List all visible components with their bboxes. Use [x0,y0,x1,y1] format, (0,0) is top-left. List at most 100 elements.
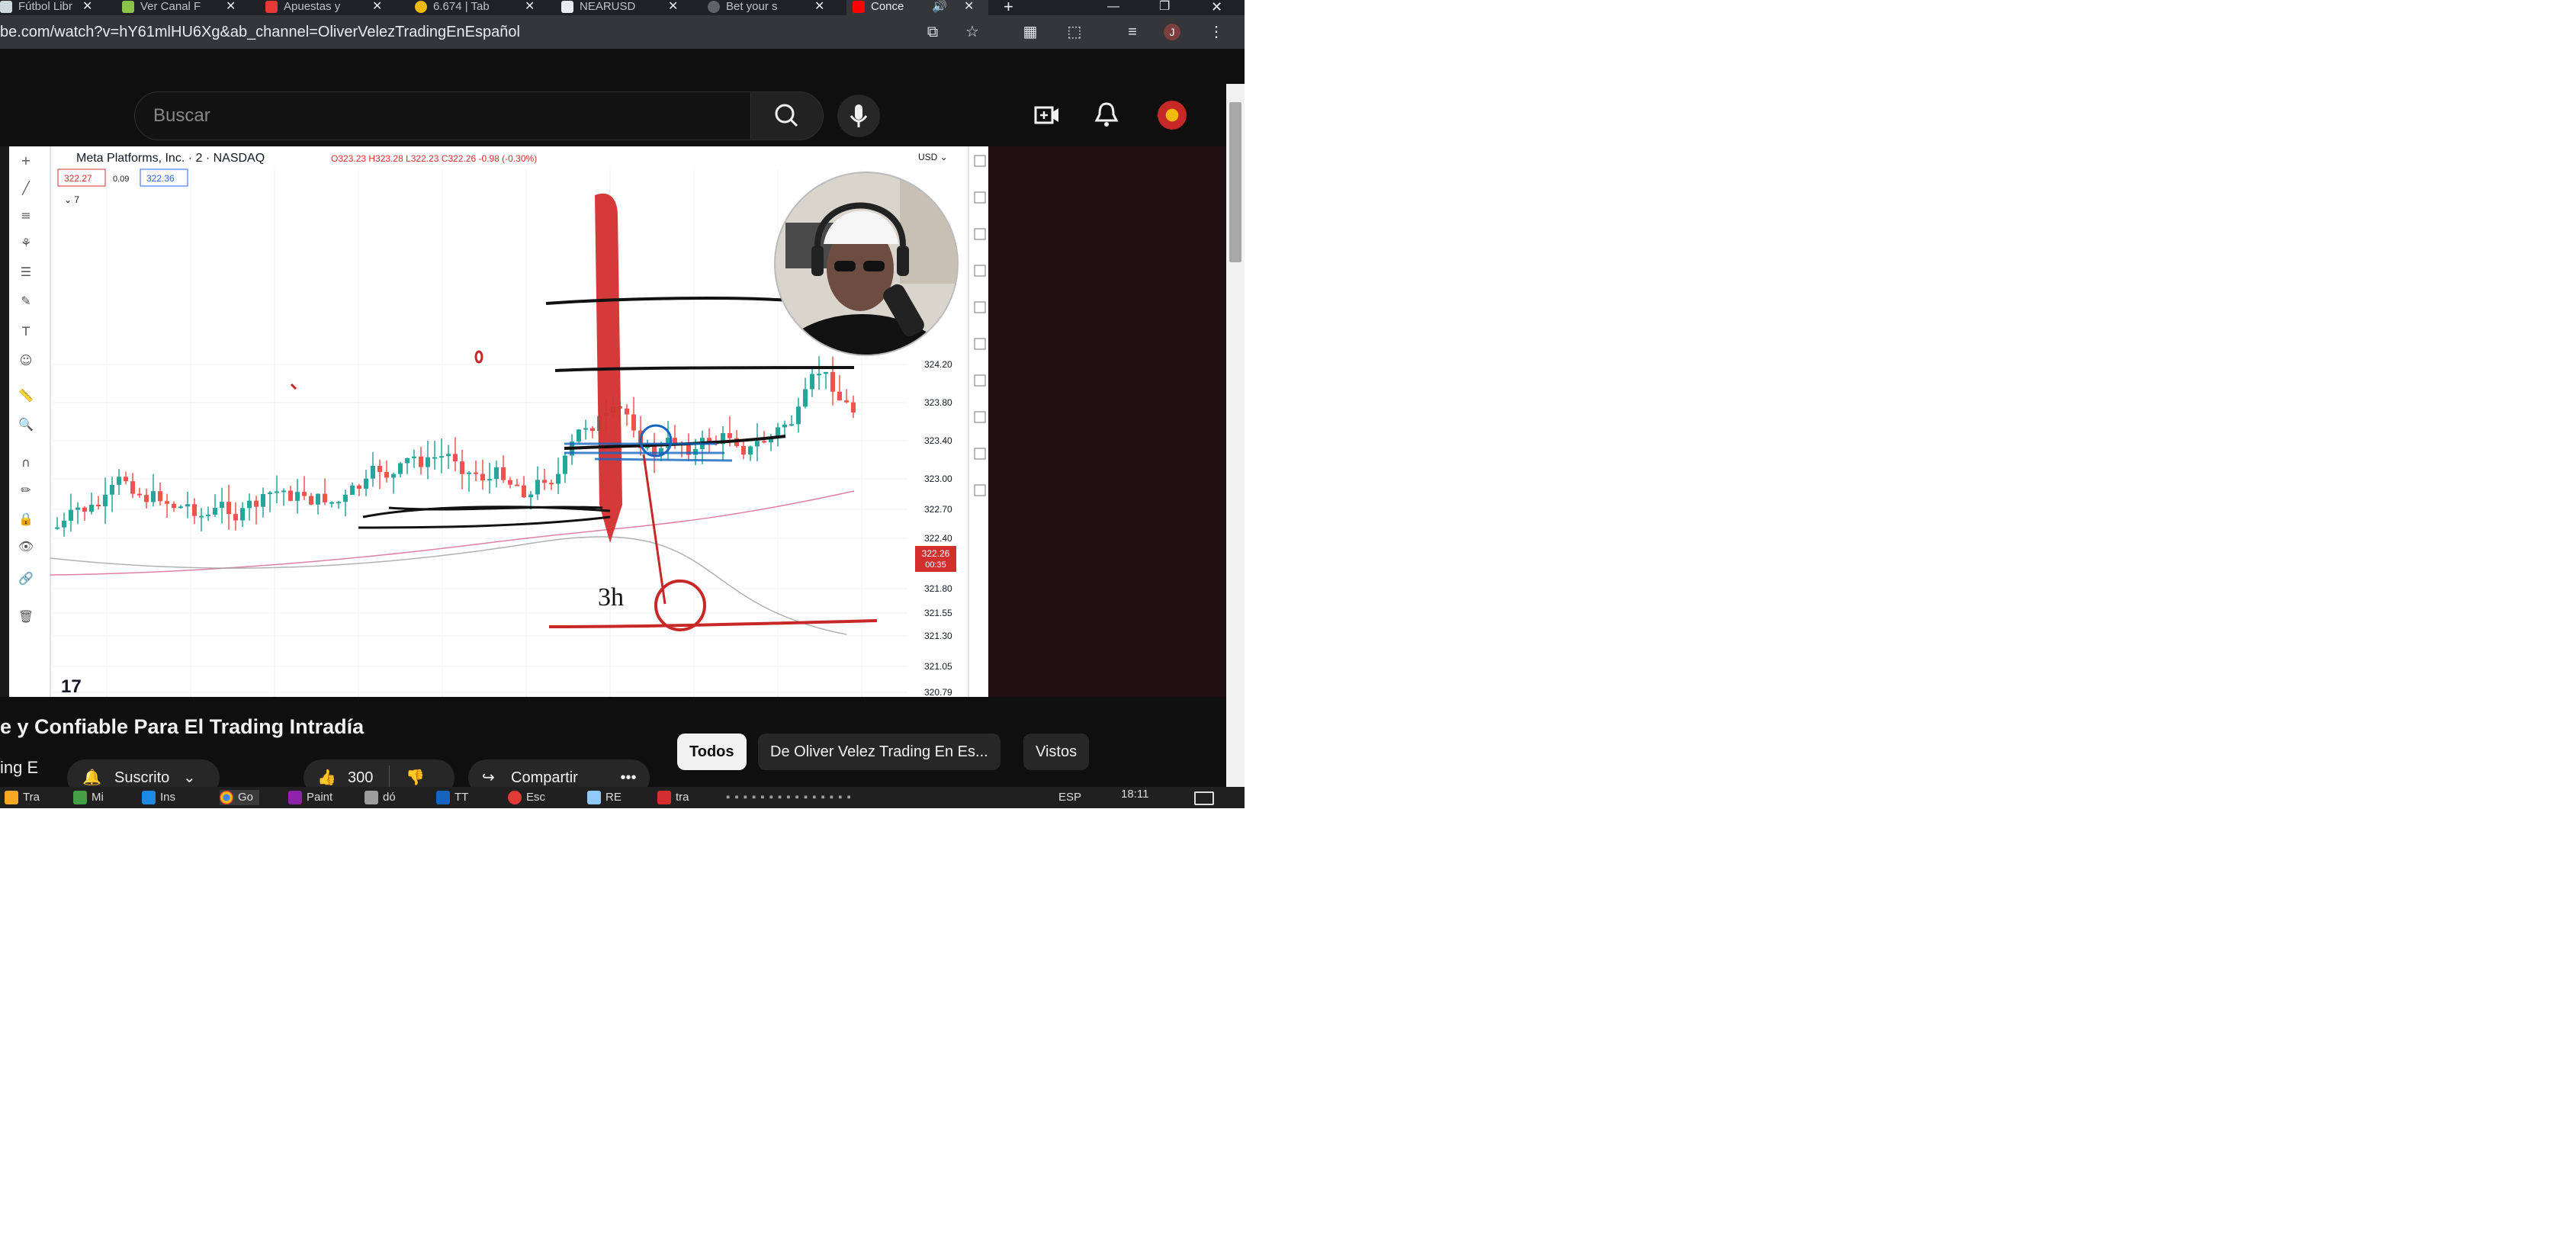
bookmark-star-icon[interactable]: ☆ [964,24,981,40]
close-tab-icon[interactable]: ✕ [372,0,382,14]
extension-icon[interactable]: ▦ [1022,24,1039,40]
candle-body [487,479,492,481]
site-icon [708,1,720,14]
system-tray-icons[interactable]: ▪▪▪▪▪▪▪▪▪▪▪▪▪▪▪ [726,790,856,805]
indicator-count: ⌄ 7 [64,194,79,205]
price-axis-label: 323.80 [924,397,952,408]
app-icon [508,791,522,805]
new-tab-button[interactable]: + [1004,0,1013,15]
speaker-icon[interactable]: 🔊 [932,0,947,14]
close-tab-icon[interactable]: ✕ [82,0,92,14]
restore-icon[interactable]: ❐ [1159,0,1170,14]
chip-todos[interactable]: Todos [677,734,747,770]
price-axis-label: 321.05 [924,661,952,672]
tab-bet[interactable]: Bet your s ✕ [708,0,833,15]
search-button[interactable] [750,91,824,140]
price-axis-label: 323.40 [924,435,952,446]
page-scrollbar[interactable] [1226,84,1245,808]
chart-tool-icon: T [21,324,30,339]
notification-icon[interactable] [1194,791,1214,805]
chart-tool-icon: ☰ [21,265,31,279]
taskbar-item-re[interactable]: RE [587,790,622,805]
install-app-icon[interactable]: ⧉ [924,24,941,40]
taskbar-item-esc[interactable]: Esc [508,790,545,805]
candle-body [480,474,485,481]
youtube-header: Buscar [0,49,1245,140]
chart-tool-icon: ╱ [21,181,31,195]
candle-body [254,500,259,507]
price-axis-label: 321.80 [924,583,952,594]
tab-futbol[interactable]: Fútbol Libr ✕ [0,0,108,15]
candle-body [391,474,396,478]
puzzle-icon[interactable]: ⬚ [1066,24,1083,40]
chip-vistos[interactable]: Vistos [1023,734,1090,770]
chart-tool-icon: + [21,153,31,168]
chart-tool-icon: ⚘ [21,236,31,250]
close-tab-icon[interactable]: ✕ [525,0,535,14]
candle-body [432,457,437,459]
tab-ver-canal[interactable]: Ver Canal F ✕ [122,0,244,15]
tab-active-youtube[interactable]: Conce 🔊 ✕ [846,0,988,15]
taskbar-item-chrome[interactable]: Go [220,790,260,805]
price-axis-label: 323.00 [924,474,952,484]
close-tab-icon[interactable]: ✕ [964,0,974,14]
candle-body [329,502,334,504]
candle-body [240,508,245,521]
candle-body [206,514,210,516]
tab-binance[interactable]: 6.674 | Tab ✕ [415,0,548,15]
account-avatar[interactable] [1158,101,1187,130]
url-field[interactable]: be.com/watch?v=hY61mlHU6Xg&ab_channel=Ol… [0,15,520,49]
close-tab-icon[interactable]: ✕ [668,0,678,14]
taskbar-item-paint[interactable]: Paint [288,790,332,805]
create-video-icon[interactable] [1034,102,1060,128]
taskbar-item-mi[interactable]: Mi [73,790,104,805]
media-controls-icon[interactable]: ≡ [1124,24,1141,40]
channel-name[interactable]: ing E [0,758,38,778]
candle-body [515,484,519,486]
menu-kebab-icon[interactable]: ⋮ [1208,24,1225,40]
taskbar-label: tra [676,791,689,804]
profile-avatar[interactable]: J [1164,24,1180,40]
candle-body [824,371,828,374]
close-tab-icon[interactable]: ✕ [814,0,824,14]
candle-body [192,504,197,516]
taskbar-item-ins[interactable]: Ins [142,790,175,805]
clock-time[interactable]: 18:11 [1121,787,1148,802]
taskbar-item-pdf[interactable]: tra [657,790,689,805]
price-axis-label: 322.40 [924,533,952,544]
candle-body [316,493,320,505]
scrollbar-thumb[interactable] [1229,102,1241,262]
candle-body [144,495,149,502]
language-indicator[interactable]: ESP [1058,790,1081,805]
candle-body [755,441,760,447]
chart-tool-icon: 🔗 [18,571,34,586]
candle-body [728,433,732,438]
tab-apuestas[interactable]: Apuestas y ✕ [265,0,395,15]
site-icon [265,1,278,14]
candle-body [563,455,567,474]
taskbar-item-do[interactable]: dó [365,790,396,805]
notifications-bell-icon[interactable] [1094,101,1119,128]
site-icon [122,1,134,14]
tradingview-logo: 17 [61,676,82,697]
candle-body [460,461,464,474]
candle-body [844,400,849,403]
minimize-icon[interactable]: — [1107,0,1119,14]
candle-body [275,491,279,493]
video-player[interactable]: + ╱ ≡ ⚘ ☰ ✎ T ☺ 📏 🔍 ∩ ✏ 🔒 👁 🔗 🗑 3h Meta Pla [0,146,988,697]
close-tab-icon[interactable]: ✕ [226,0,236,14]
handwritten-annotation: 3h [598,583,624,612]
search-input[interactable]: Buscar [134,91,752,140]
tab-nearusd[interactable]: NEARUSD ✕ [561,0,685,15]
candle-body [577,429,581,442]
taskbar-item-tra[interactable]: Tra [5,790,40,805]
taskbar-label: Ins [160,791,176,804]
close-window-icon[interactable]: ✕ [1211,0,1222,14]
chart-tool-icon: ∩ [21,455,31,470]
voice-search-button[interactable] [837,95,880,137]
chip-oliver-velez[interactable]: De Oliver Velez Trading En Es... [758,734,1001,770]
taskbar-item-word[interactable]: TT [436,790,468,805]
candle-body [830,371,835,392]
chart-tool-icon: 🔒 [18,512,34,526]
ohlc-readout: O323.23 H323.28 L322.23 C322.26 -0.98 (-… [331,153,537,164]
